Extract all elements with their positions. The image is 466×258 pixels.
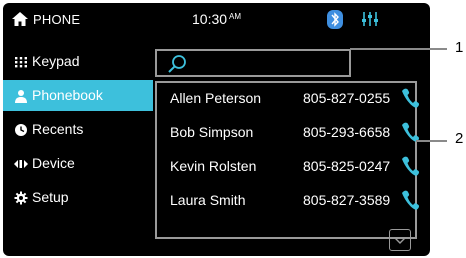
- sidebar-item-label: Setup: [32, 189, 69, 205]
- contact-row[interactable]: Laura Smith 805-827-3589: [157, 187, 419, 217]
- sidebar-item-label: Recents: [32, 121, 84, 137]
- sidebar-item-phonebook[interactable]: Phonebook: [3, 80, 153, 111]
- callout-leader-2: [416, 140, 447, 142]
- person-icon: [15, 90, 27, 103]
- call-icon[interactable]: [400, 189, 420, 211]
- callout-label-2: 2: [455, 130, 464, 147]
- chevron-down-icon: [394, 237, 406, 244]
- home-icon[interactable]: [12, 12, 28, 26]
- sidebar-item-setup[interactable]: Setup: [3, 182, 153, 213]
- clock-ampm: AM: [229, 12, 242, 21]
- scroll-down-button[interactable]: [389, 229, 411, 251]
- app-title: PHONE: [33, 12, 81, 27]
- clock-time: 10:30: [192, 11, 228, 27]
- contact-name: Bob Simpson: [170, 124, 254, 140]
- contact-list: Allen Peterson 805-827-0255 Bob Simpson …: [155, 81, 419, 239]
- sidebar-item-recents[interactable]: Recents: [3, 114, 153, 145]
- contact-number: 805-293-6658: [303, 124, 391, 140]
- equalizer-icon[interactable]: [361, 10, 379, 28]
- status-bar: PHONE 10:30 AM: [3, 3, 430, 37]
- sidebar-item-device[interactable]: Device: [3, 148, 153, 179]
- call-icon[interactable]: [400, 155, 420, 177]
- clock: 10:30 AM: [192, 11, 241, 27]
- contact-row[interactable]: Allen Peterson 805-827-0255: [157, 85, 419, 115]
- keypad-icon: [15, 57, 27, 68]
- contact-name: Laura Smith: [170, 192, 246, 208]
- gear-icon: [14, 191, 28, 205]
- contact-name: Kevin Rolsten: [170, 158, 257, 174]
- callout-label-1: 1: [455, 39, 464, 56]
- search-field[interactable]: [155, 49, 351, 77]
- device-icon: [14, 160, 28, 168]
- phone-screen: PHONE 10:30 AM Keypad Phonebook Recents …: [3, 3, 430, 256]
- sidebar-item-keypad[interactable]: Keypad: [3, 46, 153, 77]
- sidebar-item-label: Device: [32, 155, 75, 171]
- call-icon[interactable]: [400, 87, 420, 109]
- contact-row[interactable]: Bob Simpson 805-293-6658: [157, 119, 419, 149]
- contact-number: 805-825-0247: [303, 158, 391, 174]
- bluetooth-icon[interactable]: [327, 10, 343, 29]
- sidebar-item-label: Keypad: [32, 53, 80, 69]
- recents-icon: [15, 124, 27, 136]
- contact-name: Allen Peterson: [170, 90, 262, 106]
- contact-number: 805-827-0255: [303, 90, 391, 106]
- search-icon: [168, 55, 186, 73]
- contact-number: 805-827-3589: [303, 192, 391, 208]
- sidebar-item-label: Phonebook: [32, 87, 103, 103]
- contact-row[interactable]: Kevin Rolsten 805-825-0247: [157, 153, 419, 183]
- callout-leader-1: [350, 48, 447, 50]
